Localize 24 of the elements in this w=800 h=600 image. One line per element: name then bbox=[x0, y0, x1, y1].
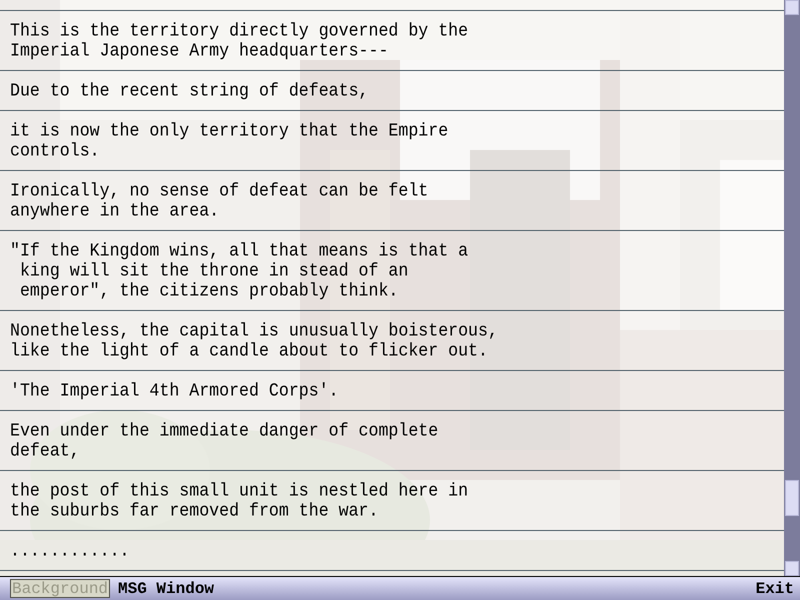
log-text: anywhere in the area. bbox=[10, 200, 220, 222]
exit-button[interactable]: Exit bbox=[754, 579, 796, 598]
log-text: Nonetheless, the capital is unusually boisterous, bbox=[10, 320, 499, 342]
scroll-thumb[interactable] bbox=[785, 480, 799, 516]
menu-button[interactable]: MSG Window bbox=[116, 579, 216, 598]
scroll-up-button[interactable] bbox=[785, 0, 799, 15]
log-text: Even under the immediate danger of complete bbox=[10, 420, 440, 442]
log-text: the suburbs far removed from the war. bbox=[10, 500, 380, 522]
log-text: Imperial Japonese Army headquarters--- bbox=[10, 40, 390, 62]
log-text: it is now the only territory that the Empire bbox=[10, 120, 450, 142]
log-text: like the light of a candle about to flicker out. bbox=[10, 340, 489, 362]
log-text: Ironically, no sense of defeat can be felt bbox=[10, 180, 430, 202]
log-text: Due to the recent string of defeats, bbox=[10, 80, 370, 102]
log-text: the post of this small unit is nestled here in bbox=[10, 480, 470, 502]
log-text: This is the territory directly governed by the bbox=[10, 20, 470, 42]
scrollbar[interactable] bbox=[784, 0, 800, 576]
log-text: "If the Kingdom wins, all that means is that a bbox=[10, 240, 470, 262]
log-text: ............ bbox=[10, 540, 130, 562]
log-text: emperor", the citizens probably think. bbox=[18, 280, 400, 302]
log-text: defeat, bbox=[10, 440, 81, 462]
log-text: 'The Imperial 4th Armored Corps'. bbox=[10, 380, 340, 402]
scroll-down-button[interactable] bbox=[785, 561, 799, 576]
log-text: king will sit the throne in stead of an bbox=[18, 260, 410, 282]
log-text: controls. bbox=[10, 140, 101, 162]
